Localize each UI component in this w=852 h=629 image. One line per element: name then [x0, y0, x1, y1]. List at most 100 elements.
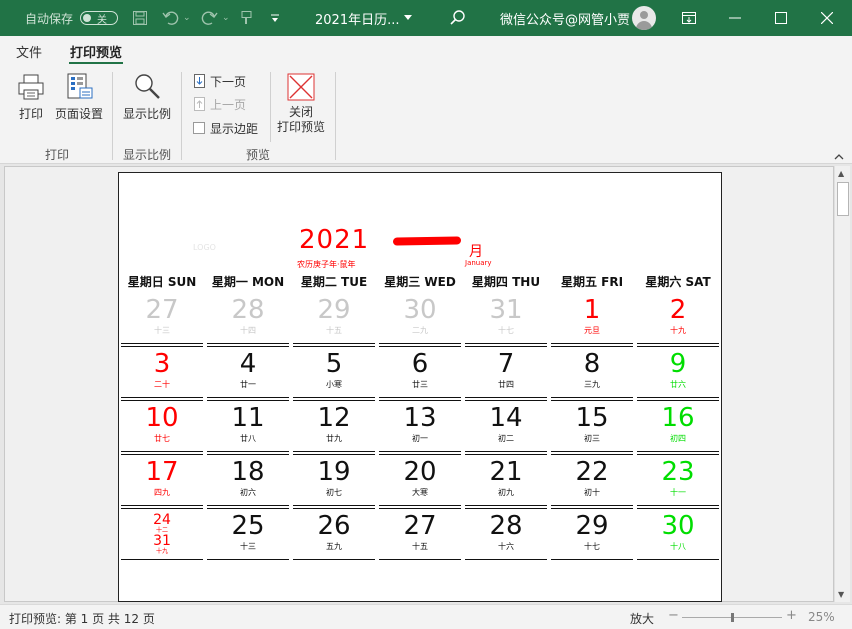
calendar-day-cell: 31 十七	[465, 295, 547, 347]
calendar-day-cell: 16 初四	[637, 403, 719, 455]
show-margins-checkbox[interactable]: 显示边距	[193, 120, 258, 136]
ribbon: 打印 页面设置 打印 显示比例 显示比例 下一页 上一页 显示边距 关闭 打印预…	[0, 64, 852, 164]
page-setup-button[interactable]: 页面设置	[52, 72, 106, 122]
day-number: 2	[669, 295, 687, 325]
next-page-button[interactable]: 下一页	[193, 73, 246, 89]
cell-divider	[207, 559, 289, 560]
title-dropdown-icon[interactable]	[404, 0, 412, 36]
cell-divider	[551, 346, 633, 347]
close-preview-label-1: 关闭	[288, 105, 313, 119]
lunar-date: 十七	[584, 542, 600, 551]
cell-divider	[551, 451, 633, 452]
cell-divider	[207, 505, 289, 506]
cell-divider	[465, 346, 547, 347]
lunar-date: 初七	[326, 488, 342, 497]
group-label-zoom: 显示比例	[123, 148, 172, 162]
prev-page-icon	[194, 97, 205, 111]
cell-divider	[465, 400, 547, 401]
lunar-date: 初六	[240, 488, 256, 497]
autosave-label: 自动保存	[25, 11, 74, 26]
account-name[interactable]: 微信公众号@网管小贾	[500, 0, 630, 36]
undo-icon[interactable]	[162, 0, 180, 36]
lunar-date: 元旦	[584, 326, 600, 335]
day-number: 21	[489, 457, 523, 487]
page-status: 打印预览: 第 1 页 共 12 页	[9, 612, 155, 626]
weekday-header: 星期日 SUN	[127, 275, 197, 289]
avatar[interactable]	[632, 6, 656, 30]
day-number: 31	[489, 295, 523, 325]
close-window-button[interactable]	[804, 0, 850, 36]
autosave-toggle[interactable]: 关	[80, 11, 118, 26]
lunar-date: 十六	[498, 542, 514, 551]
ribbon-display-options-button[interactable]	[666, 0, 712, 36]
day-number: 8	[583, 349, 601, 379]
save-icon[interactable]	[132, 0, 148, 36]
redo-dropdown-icon[interactable]: ⌄	[222, 0, 230, 36]
cell-divider	[293, 454, 375, 455]
day-number: 27	[403, 511, 437, 541]
print-button[interactable]: 打印	[14, 72, 48, 122]
calendar-day-cell: 27 十五	[379, 511, 461, 561]
prev-page-label: 上一页	[210, 97, 247, 112]
page-setup-icon	[67, 73, 93, 99]
lunar-date: 十五	[412, 542, 428, 551]
collapse-ribbon-icon[interactable]	[834, 152, 844, 163]
cell-divider	[293, 508, 375, 509]
cell-divider	[637, 451, 719, 452]
tab-print-preview[interactable]: 打印预览	[70, 42, 122, 61]
day-number: 3	[153, 349, 171, 379]
calendar-day-cell: 24 十二 31 十九	[121, 511, 203, 561]
cell-divider	[207, 346, 289, 347]
close-preview-button[interactable]: 关闭 打印预览	[274, 72, 328, 135]
lunar-date: 十九	[670, 326, 686, 335]
cell-divider	[293, 559, 375, 560]
lunar-date: 十七	[498, 326, 514, 335]
day-number: 26	[317, 511, 351, 541]
cell-divider	[465, 397, 547, 398]
cell-divider	[465, 505, 547, 506]
day-number: 19	[317, 457, 351, 487]
day-number: 7	[497, 349, 515, 379]
cell-divider	[121, 559, 203, 560]
status-bar: 打印预览: 第 1 页 共 12 页 放大 − + 25%	[0, 604, 852, 629]
zoom-slider-knob[interactable]	[731, 613, 734, 622]
scroll-down-icon[interactable]: ▼	[838, 590, 844, 599]
zoom-value[interactable]: 25%	[808, 610, 835, 624]
prev-page-button[interactable]: 上一页	[193, 96, 246, 112]
day-number: 30	[403, 295, 437, 325]
lunar-date: 二九	[412, 326, 428, 335]
zoom-in-label[interactable]: 放大	[630, 610, 654, 627]
cell-divider	[293, 505, 375, 506]
calendar-day-cell: 5 小寒	[293, 349, 375, 401]
zoom-in-button[interactable]: +	[786, 608, 797, 623]
cell-divider	[207, 397, 289, 398]
tab-file[interactable]: 文件	[16, 42, 42, 61]
lunar-date: 二十	[154, 380, 170, 389]
customize-qat-icon[interactable]	[270, 0, 280, 36]
avatar-body-icon	[636, 21, 652, 30]
lunar-date: 廿三	[412, 380, 428, 389]
magnifier-icon	[135, 74, 160, 99]
calendar-day-cell: 12 廿九	[293, 403, 375, 455]
scroll-up-icon[interactable]: ▲	[838, 169, 844, 178]
zoom-button[interactable]: 显示比例	[120, 72, 174, 122]
lunar-date: 初三	[584, 434, 600, 443]
maximize-button[interactable]	[758, 0, 804, 36]
lunar-date: 十一	[670, 488, 686, 497]
cell-divider	[293, 397, 375, 398]
page-setup-label: 页面设置	[54, 107, 103, 121]
zoom-out-button[interactable]: −	[668, 608, 679, 623]
search-icon[interactable]	[450, 0, 466, 36]
undo-dropdown-icon[interactable]: ⌄	[183, 0, 191, 36]
calendar-day-cell: 10 廿七	[121, 403, 203, 455]
vertical-scrollbar[interactable]: ▲ ▼	[834, 166, 850, 602]
cell-divider	[465, 343, 547, 344]
redo-icon[interactable]	[200, 0, 218, 36]
scroll-thumb[interactable]	[837, 182, 849, 216]
cell-divider	[121, 451, 203, 452]
minimize-button[interactable]	[712, 0, 758, 36]
format-painter-icon[interactable]	[240, 0, 254, 36]
close-preview-label-2: 打印预览	[276, 120, 325, 134]
calendar-day-cell: 4 廿一	[207, 349, 289, 401]
day-number: 9	[669, 349, 687, 379]
